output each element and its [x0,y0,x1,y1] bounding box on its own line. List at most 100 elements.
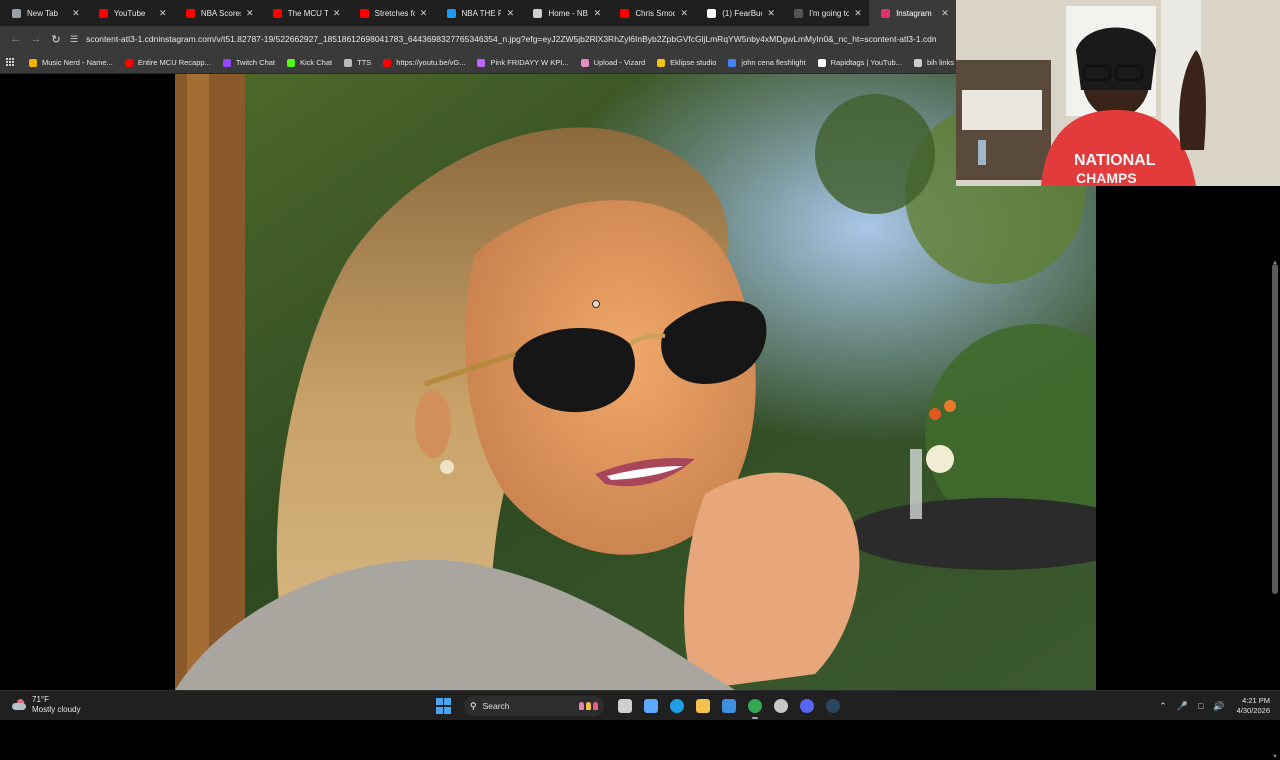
close-tab-icon[interactable]: ✕ [71,8,81,19]
browser-tab[interactable]: Home - NBA ✕ [521,0,608,26]
show-hidden-icons-icon[interactable]: ⌃ [1159,701,1167,712]
bookmark-label: Upload - Vizard [593,58,646,67]
tab-title: I'm going to [809,8,850,18]
browser-tab[interactable]: The MCU Tir ✕ [261,0,348,26]
bookmark-favicon-icon [657,58,666,67]
tab-title: Chris Smoov [635,8,676,18]
bookmark-item[interactable]: TTS [344,58,371,67]
bookmark-item[interactable]: Music Nerd - Name... [29,58,113,67]
bookmark-favicon-icon [477,58,486,67]
close-tab-icon[interactable]: ✕ [853,8,863,19]
browser-tab[interactable]: New Tab ✕ [0,0,87,26]
taskbar-search[interactable]: ⚲ Search [464,696,604,716]
edge-taskbar-button[interactable] [666,695,688,717]
copilot-taskbar-button[interactable] [640,695,662,717]
tab-icon [446,8,456,18]
bookmark-item[interactable]: Kick Chat [287,58,332,67]
microphone-icon[interactable]: 🎤 [1177,701,1188,712]
bookmark-favicon-icon [29,58,37,67]
forward-icon[interactable]: → [26,29,46,49]
bookmark-label: Eklipse studio [670,58,717,67]
bookmark-favicon-icon [580,58,589,67]
bookmark-favicon-icon [913,58,922,67]
search-label: Search [482,701,510,711]
close-tab-icon[interactable]: ✕ [419,8,429,19]
browser-tab[interactable]: NBA Scores ✕ [174,0,261,26]
browser-tab[interactable]: Stretches for ✕ [348,0,435,26]
taskbar-center: ⚲ Search [436,695,846,719]
bookmark-label: Music Nerd - Name... [42,58,113,67]
clock[interactable]: 4:21 PM 4/30/2026 [1237,696,1270,716]
bookmark-item[interactable]: Eklipse studio [657,58,716,67]
back-icon[interactable]: ← [6,29,26,49]
scroll-down-arrow-icon[interactable]: ▼ [1272,754,1278,760]
settings-taskbar-button[interactable] [770,695,792,717]
close-tab-icon[interactable]: ✕ [592,8,602,19]
task-view-taskbar-button[interactable] [614,695,636,717]
close-tab-icon[interactable]: ✕ [332,8,342,19]
apps-grid-icon[interactable] [6,58,15,67]
clock-date: 4/30/2026 [1236,706,1270,715]
bookmark-item[interactable]: Rapidtags | YouTub... [817,58,902,67]
network-icon[interactable]: □ [1198,701,1203,711]
bookmarks-bar: Music Nerd - Name... Entire MCU Recapp...… [0,52,956,74]
browser-tab[interactable]: Instagram ✕ [869,0,956,26]
start-button-icon[interactable] [436,698,452,714]
browser-tab[interactable]: NBA THE RU✕ [435,0,522,26]
browser-tab[interactable]: YouTube ✕ [87,0,174,26]
discord-taskbar-button[interactable] [796,695,818,717]
youtube-icon [620,8,630,18]
svg-text:NATIONAL: NATIONAL [1074,152,1156,169]
bookmark-item[interactable]: Entire MCU Recapp... [124,58,211,67]
webcam-overlay: NATIONAL CHAMPS [956,0,1280,186]
weather-widget[interactable]: 71°F Mostly cloudy [12,695,80,715]
store-taskbar-button[interactable] [718,695,740,717]
page-icon [533,8,543,18]
browser-tab[interactable]: (1) FearBuck ✕ [695,0,782,26]
url-input[interactable]: ☰ scontent-atl3-1.cdninstagram.com/v/t51… [66,29,956,49]
bookmark-label: Pink FRIDAYY W KPI... [490,58,569,67]
bookmark-item[interactable]: Pink FRIDAYY W KPI... [477,58,569,67]
site-info-icon[interactable]: ☰ [70,34,78,45]
store-icon [722,699,736,713]
bookmark-item[interactable]: Twitch Chat [222,58,275,67]
volume-icon[interactable]: 🔊 [1213,701,1224,712]
edge-icon [670,699,684,713]
close-tab-icon[interactable]: ✕ [505,8,515,19]
chrome-icon [748,699,762,713]
vertical-scrollbar[interactable] [1272,264,1278,594]
search-highlight-icon [579,702,598,710]
browser-tab[interactable]: I'm going to ✕ [782,0,869,26]
taskbar: 71°F Mostly cloudy ⚲ Search ⌃ 🎤 □ 🔊 4:21… [0,690,1280,720]
search-icon: ⚲ [470,700,477,711]
bookmark-item[interactable]: https://youtu.be/vG... [383,58,465,67]
weather-temp: 71°F [32,695,49,704]
bookmark-item[interactable]: john cena fleshlight [728,58,806,67]
close-tab-icon[interactable]: ✕ [940,8,950,19]
close-tab-icon[interactable]: ✕ [679,8,689,19]
url-text: scontent-atl3-1.cdninstagram.com/v/t51.8… [86,34,937,44]
bookmark-label: Twitch Chat [235,58,275,67]
bookmark-favicon-icon [817,58,826,67]
bookmark-item[interactable]: bih links [913,58,954,67]
mouse-cursor-icon [592,300,600,308]
file-explorer-taskbar-button[interactable] [692,695,714,717]
tab-title: YouTube [113,8,146,18]
close-tab-icon[interactable]: ✕ [245,8,255,19]
bookmark-label: john cena fleshlight [741,58,806,67]
steam-taskbar-button[interactable] [822,695,844,717]
browser-tab[interactable]: Chris Smoov✕ [608,0,695,26]
bookmark-item[interactable]: Upload - Vizard [580,58,646,67]
svg-text:CHAMPS: CHAMPS [1076,170,1137,186]
bookmark-label: Rapidtags | YouTub... [830,58,902,67]
close-tab-icon[interactable]: ✕ [766,8,776,19]
tab-title: NBA THE RU [461,8,502,18]
close-tab-icon[interactable]: ✕ [158,8,168,19]
x-icon [707,8,717,18]
bookmark-label: https://youtu.be/vG... [396,58,466,67]
reload-icon[interactable]: ↻ [46,29,66,49]
file-explorer-icon [696,699,710,713]
chrome-taskbar-button[interactable] [744,695,766,719]
tab-title: The MCU Tir [287,8,328,18]
bookmark-favicon-icon [344,58,353,67]
